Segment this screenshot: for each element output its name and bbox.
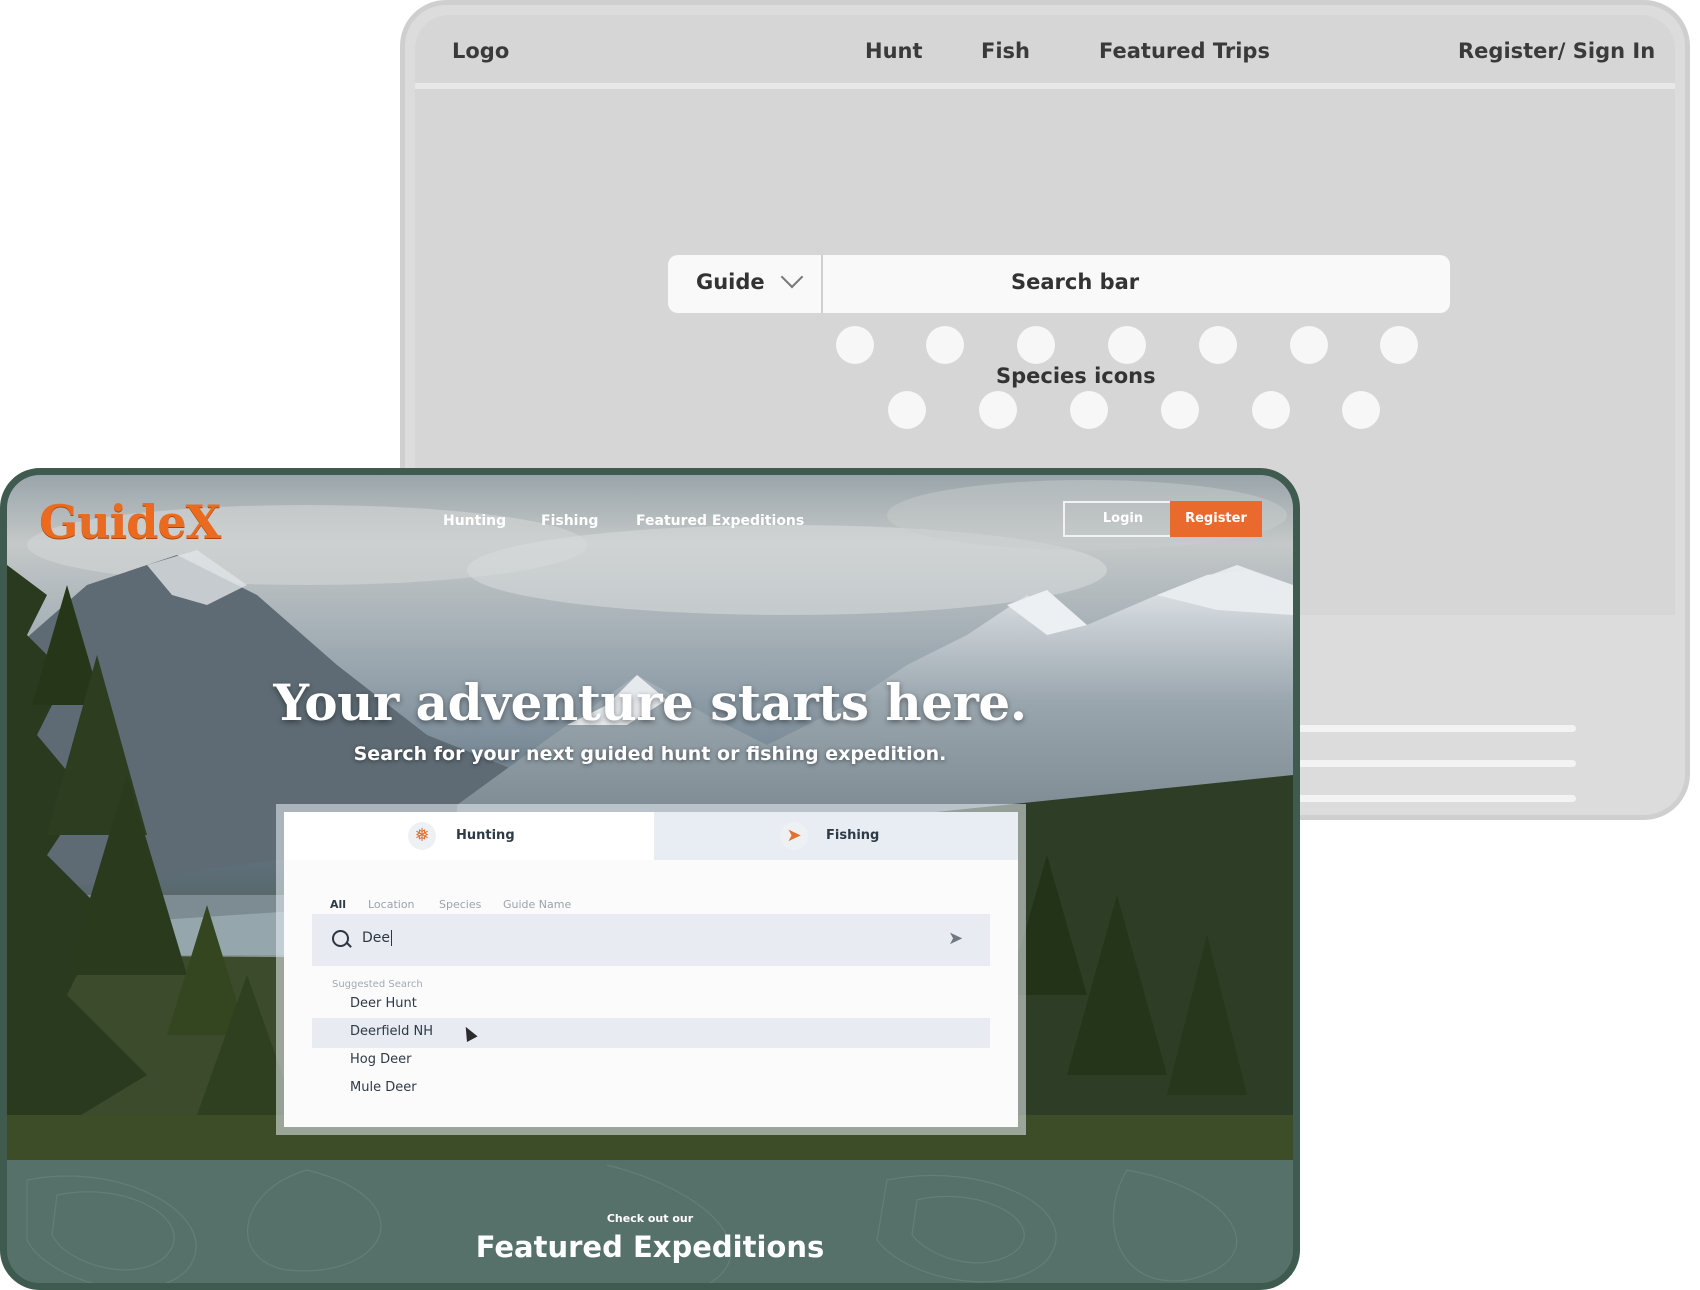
- wireframe-search-separator: [821, 255, 823, 313]
- search-input-value[interactable]: Dee: [362, 930, 393, 946]
- wireframe-text-line: [1290, 795, 1576, 802]
- species-icon-placeholder[interactable]: [1070, 391, 1108, 429]
- filter-species[interactable]: Species: [439, 898, 481, 911]
- fish-icon: ➤: [780, 822, 808, 850]
- register-button[interactable]: Register: [1170, 501, 1262, 537]
- suggestion-label: Deerfield NH: [350, 1024, 434, 1039]
- nav-hunting[interactable]: Hunting: [443, 513, 506, 529]
- suggested-search-label: Suggested Search: [332, 979, 423, 990]
- suggestion-label: Deer Hunt: [350, 996, 417, 1011]
- nav-fishing[interactable]: Fishing: [541, 513, 598, 529]
- species-icon-placeholder[interactable]: [1380, 326, 1418, 364]
- species-icon-placeholder[interactable]: [1108, 326, 1146, 364]
- wireframe-guide-dropdown[interactable]: Guide: [696, 270, 765, 294]
- hero-headline: Your adventure starts here.: [273, 673, 1027, 732]
- tab-hunting-label: Hunting: [456, 828, 515, 843]
- send-arrow-icon[interactable]: ➤: [948, 928, 963, 949]
- species-icon-placeholder[interactable]: [979, 391, 1017, 429]
- search-input[interactable]: Dee ➤: [312, 914, 990, 966]
- topographic-pattern: [26, 1164, 1237, 1283]
- species-icon-placeholder[interactable]: [1199, 326, 1237, 364]
- featured-title: Featured Expeditions: [475, 1230, 825, 1264]
- guidex-homepage-mockup: GuideX Hunting Fishing Featured Expediti…: [0, 468, 1300, 1290]
- search-icon: [332, 930, 349, 947]
- wireframe-search-bar[interactable]: Guide Search bar: [668, 255, 1450, 313]
- suggestion-label: Mule Deer: [350, 1080, 417, 1095]
- filter-guide-name[interactable]: Guide Name: [503, 898, 571, 911]
- wireframe-text-line: [1290, 725, 1576, 732]
- species-icon-placeholder[interactable]: [1017, 326, 1055, 364]
- hero-subheadline: Search for your next guided hunt or fish…: [353, 743, 947, 765]
- wireframe-nav-featured-trips[interactable]: Featured Trips: [1099, 39, 1270, 63]
- mouse-cursor-icon: [460, 1024, 478, 1042]
- featured-kicker: Check out our: [606, 1212, 694, 1225]
- species-icon-placeholder[interactable]: [1252, 391, 1290, 429]
- nav-featured-expeditions[interactable]: Featured Expeditions: [636, 513, 804, 529]
- tab-fishing-label: Fishing: [826, 828, 880, 843]
- suggestion-item[interactable]: Deer Hunt: [312, 990, 990, 1020]
- featured-expeditions-section: Check out our Featured Expeditions: [7, 1160, 1293, 1283]
- species-icon-placeholder[interactable]: [1161, 391, 1199, 429]
- species-icon-placeholder[interactable]: [1290, 326, 1328, 364]
- wireframe-nav-fish[interactable]: Fish: [981, 39, 1030, 63]
- search-card: ❅ Hunting ➤ Fishing All Location Species…: [284, 812, 1018, 1127]
- filter-location[interactable]: Location: [368, 898, 415, 911]
- wireframe-nav-hunt[interactable]: Hunt: [865, 39, 923, 63]
- species-icon-placeholder[interactable]: [926, 326, 964, 364]
- hero-section: GuideX Hunting Fishing Featured Expediti…: [7, 475, 1293, 1160]
- tab-fishing[interactable]: ➤ Fishing: [654, 812, 1018, 860]
- login-button[interactable]: Login: [1063, 501, 1183, 537]
- suggestion-item[interactable]: Mule Deer: [312, 1074, 990, 1104]
- species-icon-placeholder[interactable]: [1342, 391, 1380, 429]
- wireframe-logo: Logo: [452, 39, 510, 63]
- species-icon-placeholder[interactable]: [836, 326, 874, 364]
- chevron-down-icon[interactable]: [780, 265, 804, 289]
- filter-all[interactable]: All: [330, 898, 346, 911]
- wireframe-species-label: Species icons: [996, 364, 1156, 388]
- guidex-logo[interactable]: GuideX: [39, 495, 221, 549]
- wireframe-nav-register-sign-in[interactable]: Register/ Sign In: [1458, 39, 1655, 63]
- suggestion-item-highlighted[interactable]: Deerfield NH: [312, 1018, 990, 1048]
- suggestion-item[interactable]: Hog Deer: [312, 1046, 990, 1076]
- wireframe-navbar: Logo Hunt Fish Featured Trips Register/ …: [415, 15, 1675, 83]
- tab-hunting[interactable]: ❅ Hunting: [284, 812, 654, 860]
- suggestion-label: Hog Deer: [350, 1052, 412, 1067]
- species-icon-placeholder[interactable]: [888, 391, 926, 429]
- wireframe-text-line: [1290, 760, 1576, 767]
- deer-icon: ❅: [408, 822, 436, 850]
- wireframe-search-input[interactable]: Search bar: [1011, 270, 1139, 294]
